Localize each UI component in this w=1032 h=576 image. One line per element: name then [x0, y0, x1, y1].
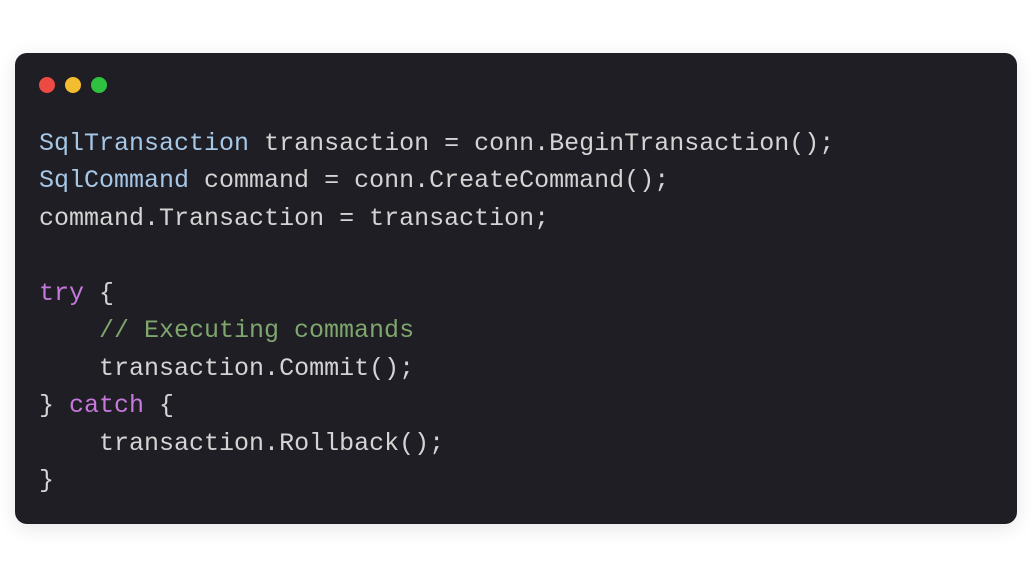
indent-token	[39, 354, 99, 383]
code-line-8: } catch {	[39, 391, 174, 420]
object-token: conn	[354, 166, 414, 195]
maximize-icon[interactable]	[91, 77, 107, 93]
code-block: SqlTransaction transaction = conn.BeginT…	[39, 125, 993, 500]
semi-token: ;	[534, 204, 549, 233]
code-line-5: try {	[39, 279, 114, 308]
code-window: SqlTransaction transaction = conn.BeginT…	[15, 53, 1017, 524]
variable-token: transaction	[264, 129, 429, 158]
keyword-token: try	[39, 279, 84, 308]
object-token: command	[39, 204, 144, 233]
object-token: conn	[474, 129, 534, 158]
method-token: BeginTransaction	[549, 129, 789, 158]
dot-token: .	[264, 354, 279, 383]
type-token: SqlCommand	[39, 166, 189, 195]
indent-token	[39, 316, 99, 345]
code-line-2: SqlCommand command = conn.CreateCommand(…	[39, 166, 669, 195]
property-token: Transaction	[159, 204, 324, 233]
code-line-10: }	[39, 466, 54, 495]
dot-token: .	[264, 429, 279, 458]
parens-token: ();	[369, 354, 414, 383]
keyword-token: catch	[54, 391, 159, 420]
operator-token: =	[339, 204, 354, 233]
code-line-3: command.Transaction = transaction;	[39, 204, 549, 233]
parens-token: ();	[789, 129, 834, 158]
type-token: SqlTransaction	[39, 129, 249, 158]
code-line-1: SqlTransaction transaction = conn.BeginT…	[39, 129, 834, 158]
traffic-lights	[39, 77, 993, 93]
close-brace-token: }	[39, 466, 54, 495]
object-token: transaction	[99, 354, 264, 383]
brace-token: {	[159, 391, 174, 420]
close-brace-token: }	[39, 391, 54, 420]
brace-token: {	[84, 279, 114, 308]
parens-token: ();	[624, 166, 669, 195]
dot-token: .	[144, 204, 159, 233]
method-token: Rollback	[279, 429, 399, 458]
minimize-icon[interactable]	[65, 77, 81, 93]
operator-token: =	[444, 129, 459, 158]
code-line-9: transaction.Rollback();	[39, 429, 444, 458]
operator-token: =	[324, 166, 339, 195]
code-line-7: transaction.Commit();	[39, 354, 414, 383]
close-icon[interactable]	[39, 77, 55, 93]
dot-token: .	[534, 129, 549, 158]
parens-token: ();	[399, 429, 444, 458]
object-token: transaction	[99, 429, 264, 458]
comment-token: // Executing commands	[99, 316, 414, 345]
value-token: transaction	[369, 204, 534, 233]
code-line-6: // Executing commands	[39, 316, 414, 345]
method-token: Commit	[279, 354, 369, 383]
indent-token	[39, 429, 99, 458]
dot-token: .	[414, 166, 429, 195]
variable-token: command	[204, 166, 309, 195]
method-token: CreateCommand	[429, 166, 624, 195]
